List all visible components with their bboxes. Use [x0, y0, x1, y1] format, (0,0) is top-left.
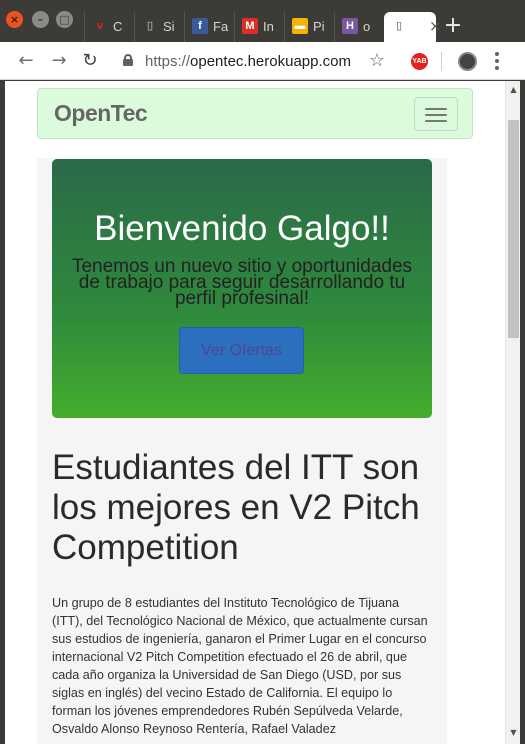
- toolbar-divider: [441, 52, 442, 71]
- hero-title: Bienvenido Galgo!!: [94, 209, 390, 248]
- vertical-scrollbar[interactable]: ▲ ▼: [505, 81, 520, 744]
- minimize-icon: –: [37, 13, 44, 26]
- menu-kebab-icon[interactable]: [494, 51, 500, 71]
- new-tab-button[interactable]: +: [440, 12, 466, 40]
- tab[interactable]: ▬ Pi: [284, 12, 334, 42]
- window-minimize-button[interactable]: –: [32, 11, 49, 28]
- google-slides-icon: ▬: [292, 18, 308, 34]
- page-viewport: OpenTec Bienvenido Galgo!! Tenemos un nu…: [0, 81, 525, 744]
- tab-label: C: [113, 19, 123, 34]
- tab-label: Pi: [313, 19, 325, 34]
- tab[interactable]: M In: [234, 12, 284, 42]
- tab-label: In: [263, 19, 274, 34]
- article-body: Un grupo de 8 estudiantes del Instituto …: [52, 596, 428, 736]
- scrollbar-thumb[interactable]: [508, 120, 519, 338]
- browser-toolbar: ← → ↻ https://opentec.herokuapp.com ☆ YA…: [0, 42, 525, 80]
- main-container: Bienvenido Galgo!! Tenemos un nuevo siti…: [37, 158, 447, 744]
- scroll-down-arrow-icon[interactable]: ▼: [506, 727, 521, 739]
- window-border-right: [520, 81, 525, 744]
- vivaaerobus-icon: ν: [96, 20, 104, 32]
- site-brand[interactable]: OpenTec: [54, 100, 148, 127]
- heroku-icon: H: [342, 18, 358, 34]
- browser-tab-bar: × – □ ν C ▯ Si f Fa M In ▬ Pi Ho ▯ × +: [0, 0, 525, 42]
- view-offers-button[interactable]: Ver Ofertas: [179, 327, 304, 374]
- scroll-up-arrow-icon[interactable]: ▲: [506, 84, 521, 96]
- tab-label: o: [363, 19, 371, 34]
- extension-icon[interactable]: YAB: [411, 53, 428, 70]
- close-icon: ×: [9, 13, 20, 26]
- hero-subtitle: Tenemos un nuevo sitio y oportunidades d…: [71, 256, 413, 309]
- bookmark-star-icon[interactable]: ☆: [366, 50, 388, 72]
- hamburger-menu-button[interactable]: [414, 97, 458, 131]
- tab-label: Fa: [213, 19, 229, 34]
- article-headline: Estudiantes del ITT son los mejores en V…: [52, 448, 420, 567]
- lock-icon: [123, 54, 133, 66]
- back-arrow-icon[interactable]: ←: [15, 50, 37, 72]
- tab[interactable]: f Fa: [184, 12, 234, 42]
- tab-label: Si: [163, 19, 175, 34]
- hamburger-icon: [425, 108, 447, 110]
- url-host: opentec.herokuapp.com: [190, 53, 351, 70]
- reload-icon[interactable]: ↻: [79, 50, 101, 72]
- site-navbar: OpenTec: [37, 88, 473, 139]
- tab[interactable]: ▯ Si: [134, 12, 184, 42]
- hero-banner: Bienvenido Galgo!! Tenemos un nuevo siti…: [52, 159, 432, 418]
- url-scheme: https://: [145, 53, 191, 70]
- window-border-left: [0, 81, 5, 744]
- blank-page-icon: ▯: [146, 20, 154, 32]
- forward-arrow-icon[interactable]: →: [48, 50, 70, 72]
- maximize-icon: □: [59, 13, 70, 26]
- window-maximize-button[interactable]: □: [56, 11, 73, 28]
- tab-active[interactable]: ▯ ×: [384, 12, 442, 42]
- facebook-icon: f: [192, 18, 208, 34]
- address-bar[interactable]: https://opentec.herokuapp.com: [145, 51, 351, 73]
- blank-page-icon: ▯: [395, 20, 403, 32]
- tab[interactable]: Ho: [334, 12, 384, 42]
- gmail-icon: M: [242, 18, 258, 34]
- tab[interactable]: νC: [84, 12, 134, 42]
- window-close-button[interactable]: ×: [6, 11, 23, 28]
- profile-avatar[interactable]: [458, 52, 477, 71]
